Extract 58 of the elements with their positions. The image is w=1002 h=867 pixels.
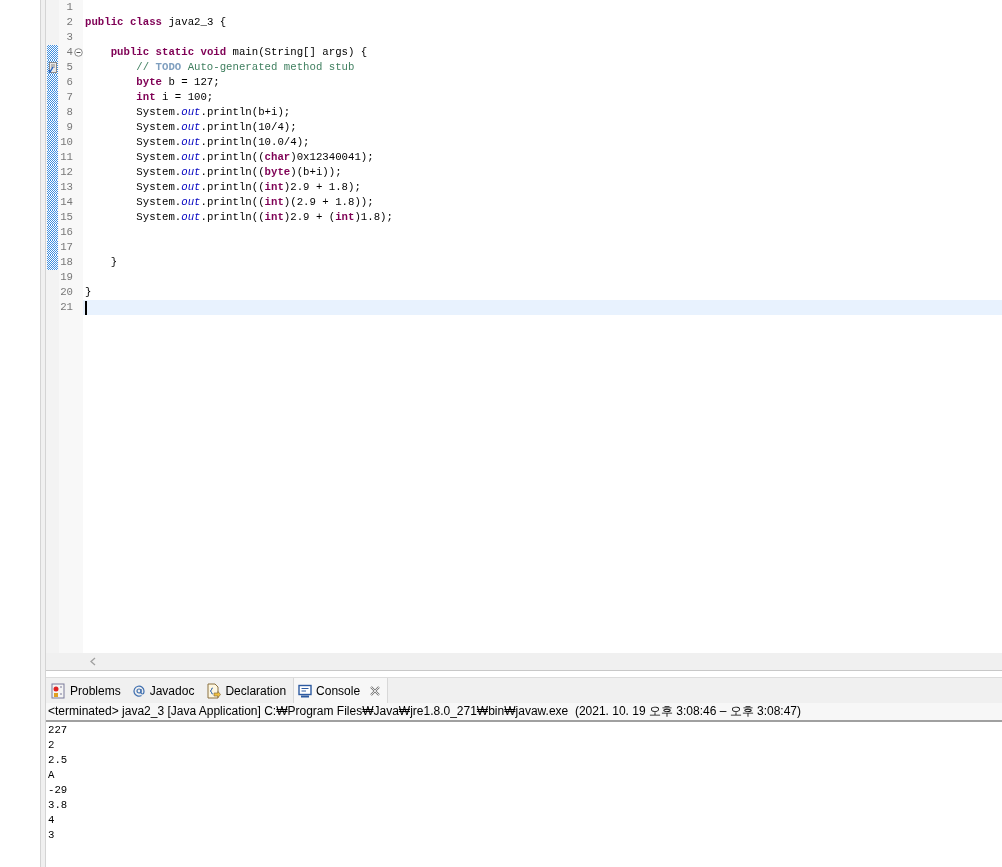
horizontal-scrollbar[interactable] [46,653,1002,670]
line-number: 3 [66,30,73,45]
line-number: 10 [60,135,73,150]
scroll-left-icon[interactable] [90,657,96,666]
code-line: System.out.println((char)0x12340041); [135,150,374,165]
line-number: 14 [60,195,73,210]
console-icon [298,683,313,698]
line-number: 4 [66,45,73,60]
line-number: 2 [66,15,73,30]
code-line: System.out.println((int)2.9 + (int)1.8); [135,210,393,225]
line-number: 8 [66,105,73,120]
console-output-line: 3.8 [48,798,68,813]
line-number: 17 [60,240,73,255]
code-line: System.out.println(b+i); [135,105,291,120]
view-tab[interactable]: Javadoc [127,678,202,703]
code-line: System.out.println(10/4); [135,120,297,135]
code-line: System.out.println((int)(2.9 + 1.8)); [135,195,374,210]
console-status-text: <terminated> java2_3 [Java Application] C:₩Program Files₩Java₩jre1.8.0_271₩bin₩javaw.exe (2021. 10. 19 오후 3:08:46 – 오후 3:08:47) [46,703,1002,722]
line-number: 12 [60,165,73,180]
console-output-line: 4 [48,813,55,828]
code-line: System.out.println((int)2.9 + 1.8); [135,180,361,195]
line-number: 13 [60,180,73,195]
console-output-line: 227 [48,723,68,738]
line-number: 9 [66,120,73,135]
view-tab[interactable]: Problems [46,678,128,703]
code-line: int i = 100; [135,90,214,105]
console-output-line: -29 [48,783,68,798]
code-line: System.out.println(10.0/4); [135,135,310,150]
console-output-line: 2 [48,738,55,753]
console-output-line: 2.5 [48,753,68,768]
line-number: 7 [66,90,73,105]
line-number: 1 [66,0,73,15]
code-line: } [109,255,118,270]
console-output-line: 3 [48,828,55,843]
close-icon[interactable] [370,685,381,696]
line-number: 18 [60,255,73,270]
line-number: 15 [60,210,73,225]
code-line: public static void main(String[] args) { [109,45,368,60]
text-cursor [85,300,87,315]
view-tab[interactable]: Declaration [201,678,294,703]
problems-icon [50,682,66,699]
view-tab[interactable]: Console [293,678,389,703]
line-number: 11 [60,150,73,165]
console-output-line: A [48,768,55,783]
line-number: 20 [60,285,73,300]
code-comment: // TODO Auto-generated method stub [135,60,355,75]
line-number: 19 [60,270,73,285]
code-line: System.out.println((byte)(b+i)); [135,165,342,180]
line-number: 5 [66,60,73,75]
declaration-icon [205,682,222,699]
line-number: 6 [66,75,73,90]
code-line: byte b = 127; [135,75,220,90]
code-line: } [85,285,92,300]
line-number: 21 [60,300,73,315]
collapse-icon[interactable] [73,48,83,57]
at-sign-icon [131,683,146,698]
code-line: public class java2_3 { [85,15,227,30]
line-number: 16 [60,225,73,240]
